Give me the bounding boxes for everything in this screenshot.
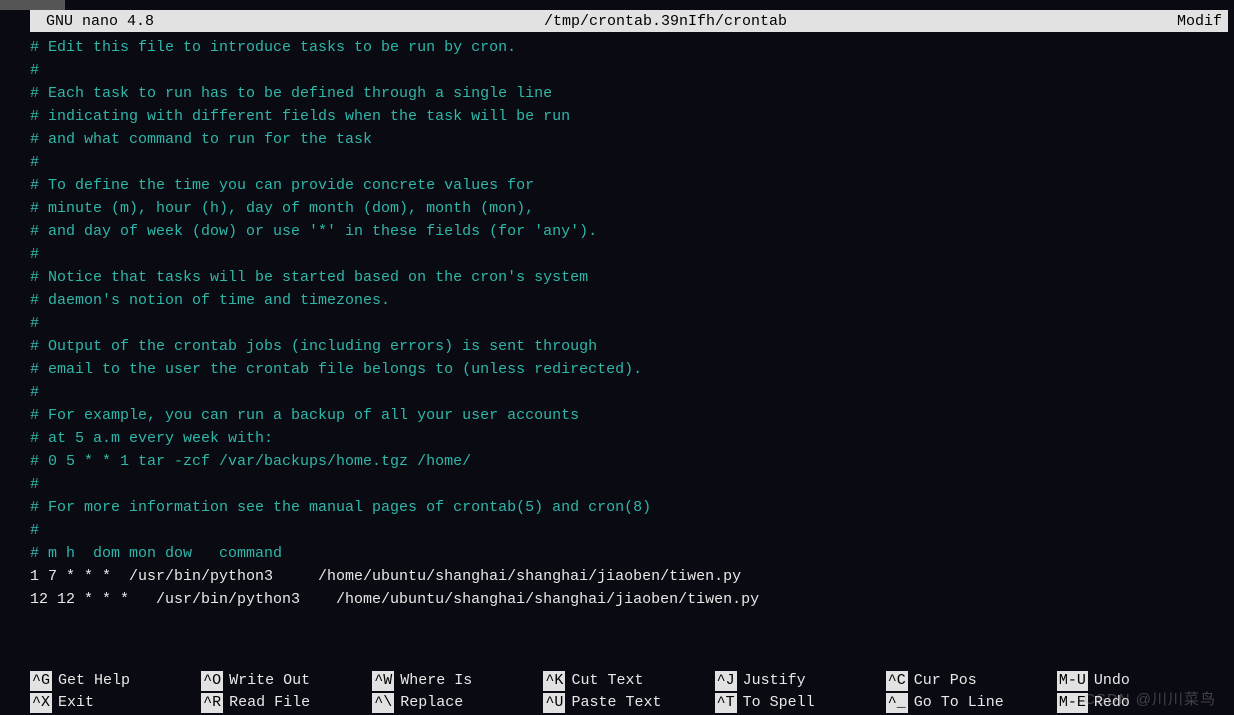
editor-line[interactable]: # For more information see the manual pa… [30,496,1234,519]
shortcut-justify[interactable]: ^J Justify [715,671,886,691]
editor-line[interactable]: # [30,151,1234,174]
keycap: ^U [543,693,565,713]
editor-line[interactable]: # at 5 a.m every week with: [30,427,1234,450]
editor-line[interactable]: # and day of week (dow) or use '*' in th… [30,220,1234,243]
app-name: GNU nano 4.8 [36,13,154,30]
keycap: ^C [886,671,908,691]
editor-line[interactable]: # For example, you can run a backup of a… [30,404,1234,427]
editor-line[interactable]: # 0 5 * * 1 tar -zcf /var/backups/home.t… [30,450,1234,473]
keycap: ^\ [372,693,394,713]
editor-line[interactable]: 1 7 * * * /usr/bin/python3 /home/ubuntu/… [30,565,1234,588]
keycap: ^R [201,693,223,713]
editor-line[interactable]: # minute (m), hour (h), day of month (do… [30,197,1234,220]
tab-accent [0,0,65,10]
editor-line[interactable]: # and what command to run for the task [30,128,1234,151]
keycap: ^O [201,671,223,691]
shortcut-paste-text[interactable]: ^U Paste Text [543,693,714,713]
shortcut-read-file[interactable]: ^R Read File [201,693,372,713]
shortcut-label: Cur Pos [914,671,977,691]
editor-line[interactable]: # Output of the crontab jobs (including … [30,335,1234,358]
shortcut-to-spell[interactable]: ^T To Spell [715,693,886,713]
shortcut-label: To Spell [743,693,815,713]
window-top-strip [0,0,1234,10]
shortcut-cut-text[interactable]: ^K Cut Text [543,671,714,691]
editor-line[interactable]: # indicating with different fields when … [30,105,1234,128]
shortcut-label: Replace [400,693,463,713]
editor-line[interactable]: # [30,312,1234,335]
shortcut-label: Cut Text [571,671,643,691]
keycap: M-E [1057,693,1088,713]
shortcut-label: Redo [1094,693,1130,713]
shortcut-where-is[interactable]: ^W Where Is [372,671,543,691]
keycap: ^X [30,693,52,713]
editor-line[interactable]: # m h dom mon dow command [30,542,1234,565]
shortcut-write-out[interactable]: ^O Write Out [201,671,372,691]
editor-line[interactable]: # Each task to run has to be defined thr… [30,82,1234,105]
shortcut-label: Justify [743,671,806,691]
shortcut-label: Get Help [58,671,130,691]
shortcut-label: Undo [1094,671,1130,691]
shortcut-label: Go To Line [914,693,1004,713]
shortcut-redo[interactable]: M-E Redo [1057,693,1228,713]
editor-line[interactable]: # [30,59,1234,82]
keycap: ^T [715,693,737,713]
keycap: M-U [1057,671,1088,691]
shortcut-replace[interactable]: ^\ Replace [372,693,543,713]
shortcut-cur-pos[interactable]: ^C Cur Pos [886,671,1057,691]
shortcut-label: Where Is [400,671,472,691]
shortcut-get-help[interactable]: ^G Get Help [30,671,201,691]
keycap: ^W [372,671,394,691]
editor-line[interactable]: # Edit this file to introduce tasks to b… [30,36,1234,59]
shortcut-go-to-line[interactable]: ^_ Go To Line [886,693,1057,713]
file-status: Modif [1177,13,1222,30]
editor-line[interactable]: 12 12 * * * /usr/bin/python3 /home/ubunt… [30,588,1234,611]
shortcut-bar: ^G Get Help ^O Write Out ^W Where Is ^K Cut Tex… [30,671,1228,715]
shortcut-label: Write Out [229,671,310,691]
editor-line[interactable]: # [30,473,1234,496]
editor-area[interactable]: # Edit this file to introduce tasks to b… [0,32,1234,611]
shortcut-label: Exit [58,693,94,713]
shortcut-label: Paste Text [571,693,661,713]
editor-line[interactable]: # [30,519,1234,542]
editor-line[interactable]: # [30,381,1234,404]
keycap: ^G [30,671,52,691]
editor-line[interactable]: # [30,243,1234,266]
shortcut-undo[interactable]: M-U Undo [1057,671,1228,691]
shortcut-label: Read File [229,693,310,713]
editor-line[interactable]: # To define the time you can provide con… [30,174,1234,197]
keycap: ^K [543,671,565,691]
editor-line[interactable]: # daemon's notion of time and timezones. [30,289,1234,312]
keycap: ^_ [886,693,908,713]
editor-line[interactable]: # Notice that tasks will be started base… [30,266,1234,289]
nano-titlebar: GNU nano 4.8 /tmp/crontab.39nIfh/crontab… [30,10,1228,32]
editor-line[interactable]: # email to the user the crontab file bel… [30,358,1234,381]
keycap: ^J [715,671,737,691]
file-path: /tmp/crontab.39nIfh/crontab [154,13,1177,30]
shortcut-exit[interactable]: ^X Exit [30,693,201,713]
